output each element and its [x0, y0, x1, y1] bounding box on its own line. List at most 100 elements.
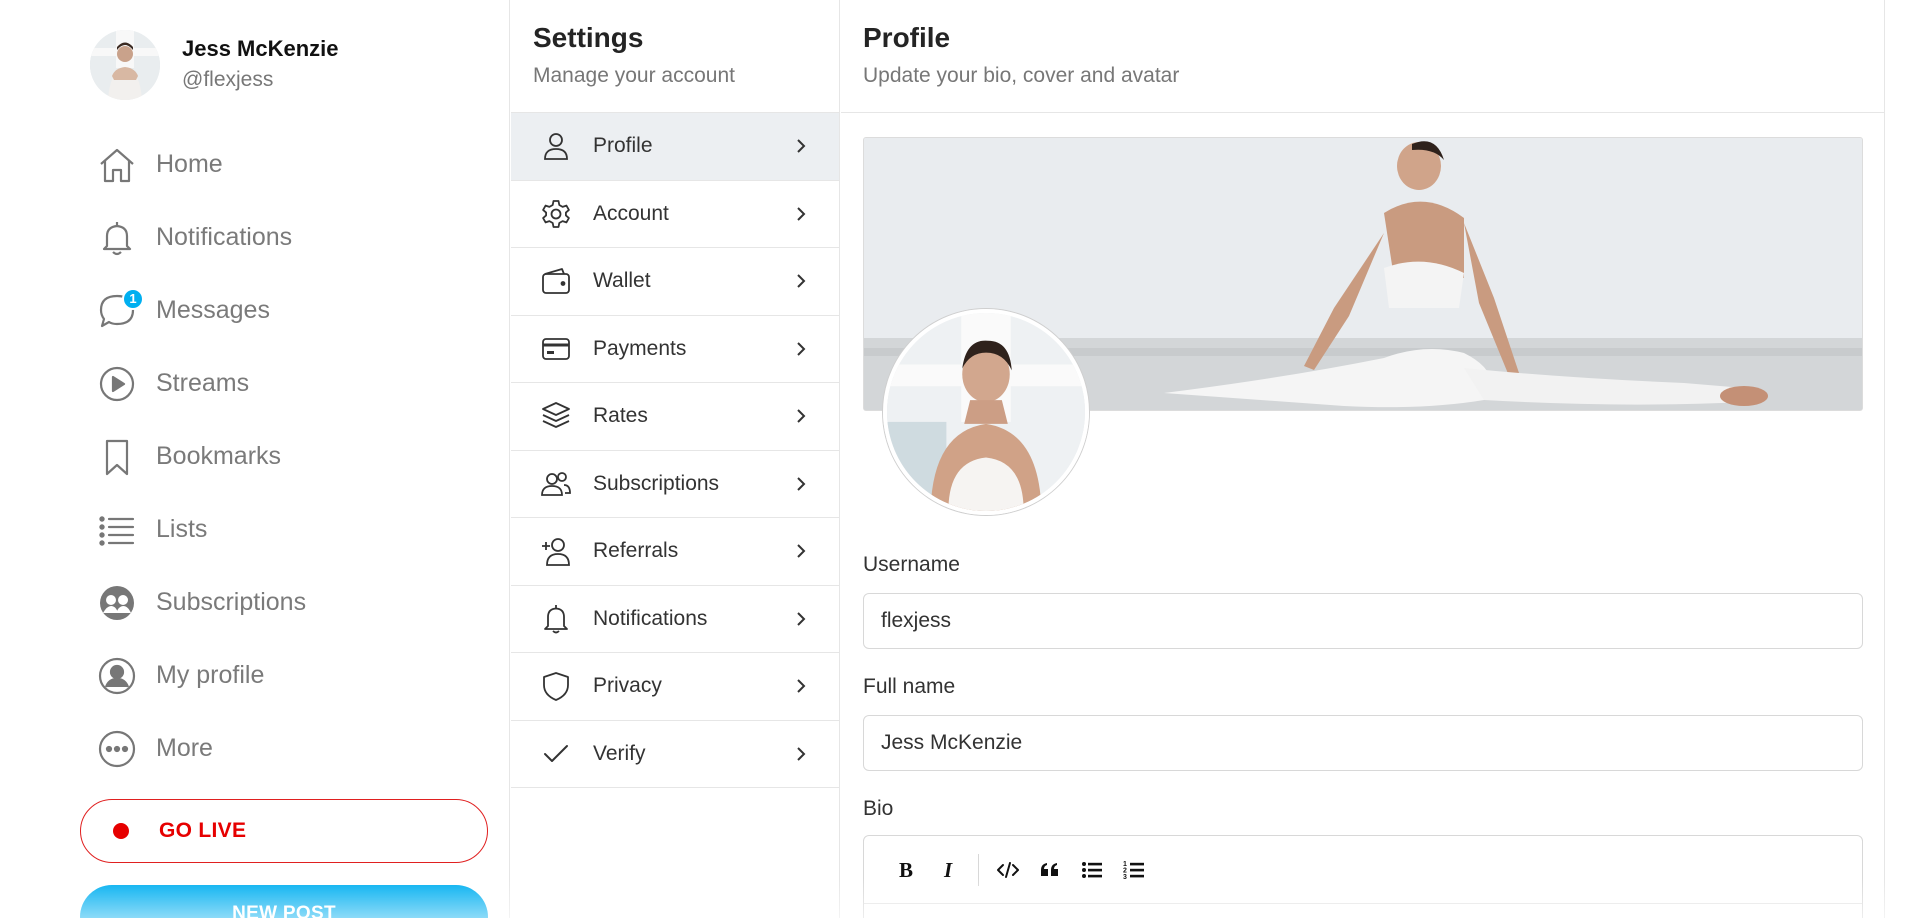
settings-menu: Settings Manage your account Profile Acc…: [511, 0, 840, 918]
numbered-list-icon[interactable]: 123: [1113, 850, 1155, 890]
chevron-right-icon: [797, 612, 806, 626]
settings-item-verify[interactable]: Verify: [511, 721, 839, 788]
profile-panel: Profile Update your bio, cover and avata…: [841, 0, 1885, 918]
settings-item-payments[interactable]: Payments: [511, 316, 839, 383]
messages-badge: 1: [122, 287, 144, 310]
username-input[interactable]: [863, 593, 1863, 649]
nav-item-more[interactable]: More: [96, 712, 306, 785]
shield-icon: [539, 669, 573, 703]
settings-item-label: Rates: [593, 404, 648, 428]
new-post-button[interactable]: NEW POST: [80, 885, 488, 918]
nav-item-lists[interactable]: Lists: [96, 493, 306, 566]
nav-label: Home: [156, 150, 223, 178]
svg-text:3: 3: [1123, 874, 1127, 881]
chevron-right-icon: [797, 207, 806, 221]
checkmark-icon: [539, 737, 573, 771]
new-post-label: NEW POST: [232, 903, 336, 918]
quote-icon[interactable]: [1029, 850, 1071, 890]
user-handle: @flexjess: [182, 68, 274, 91]
chat-bubble-icon: 1: [96, 287, 144, 332]
settings-item-notifications[interactable]: Notifications: [511, 586, 839, 653]
page-title: Profile: [863, 22, 951, 53]
chevron-right-icon: [797, 274, 806, 288]
user-card[interactable]: Jess McKenzie @flexjess: [90, 30, 339, 100]
chevron-right-icon: [797, 342, 806, 356]
settings-item-privacy[interactable]: Privacy: [511, 653, 839, 721]
credit-card-icon: [539, 332, 573, 366]
chevron-right-icon: [797, 477, 806, 491]
italic-icon[interactable]: I: [928, 850, 970, 890]
fullname-input[interactable]: [863, 715, 1863, 771]
list-icon: [96, 509, 138, 551]
username-label: Username: [863, 553, 960, 576]
nav-item-my-profile[interactable]: My profile: [96, 639, 306, 712]
bell-icon: [96, 217, 138, 259]
main-nav: Home Notifications 1 Messages Streams Bo…: [96, 128, 306, 785]
settings-item-profile[interactable]: Profile: [511, 113, 839, 181]
settings-item-label: Payments: [593, 336, 687, 360]
fullname-label: Full name: [863, 675, 956, 698]
nav-item-messages[interactable]: 1 Messages: [96, 274, 306, 347]
nav-label: Bookmarks: [156, 442, 282, 470]
profile-header: Profile Update your bio, cover and avata…: [841, 0, 1884, 113]
settings-item-label: Referrals: [593, 539, 679, 563]
go-live-label: GO LIVE: [159, 819, 247, 842]
bio-toolbar: B I 123: [864, 836, 1862, 904]
settings-subtitle: Manage your account: [533, 64, 735, 87]
chevron-right-icon: [797, 409, 806, 423]
users-circle-icon: [96, 582, 138, 624]
settings-item-label: Wallet: [593, 269, 651, 293]
nav-label: Lists: [156, 515, 208, 543]
nav-item-bookmarks[interactable]: Bookmarks: [96, 420, 306, 493]
nav-label: Messages: [156, 296, 270, 324]
settings-item-label: Account: [593, 201, 669, 225]
settings-item-account[interactable]: Account: [511, 181, 839, 248]
settings-item-subscriptions[interactable]: Subscriptions: [511, 451, 839, 518]
bold-icon[interactable]: B: [886, 850, 928, 890]
code-icon[interactable]: [987, 850, 1029, 890]
chevron-right-icon: [797, 544, 806, 558]
live-dot-icon: [113, 823, 129, 839]
bullet-list-icon[interactable]: [1071, 850, 1113, 890]
settings-item-wallet[interactable]: Wallet: [511, 248, 839, 316]
settings-header: Settings Manage your account: [511, 0, 839, 113]
play-circle-icon: [96, 363, 138, 405]
profile-avatar[interactable]: [883, 309, 1089, 515]
nav-label: More: [156, 734, 213, 762]
nav-item-notifications[interactable]: Notifications: [96, 201, 306, 274]
user-icon: [539, 129, 573, 163]
nav-label: Notifications: [156, 223, 293, 251]
go-live-button[interactable]: GO LIVE: [80, 799, 488, 863]
page-subtitle: Update your bio, cover and avatar: [863, 64, 1180, 87]
bookmark-icon: [96, 436, 138, 478]
svg-text:B: B: [899, 858, 913, 882]
chevron-right-icon: [797, 747, 806, 761]
settings-item-label: Subscriptions: [593, 471, 720, 495]
nav-item-streams[interactable]: Streams: [96, 347, 306, 420]
user-name: Jess McKenzie: [182, 36, 339, 61]
users-icon: [539, 467, 573, 501]
home-icon: [96, 144, 138, 186]
wallet-icon: [539, 264, 573, 298]
more-dots-icon: [96, 728, 138, 770]
bio-label: Bio: [863, 797, 894, 820]
nav-label: Subscriptions: [156, 588, 307, 616]
settings-item-label: Verify: [593, 741, 646, 765]
settings-item-label: Notifications: [593, 606, 708, 630]
user-circle-icon: [96, 655, 138, 697]
settings-item-label: Profile: [593, 134, 653, 158]
user-plus-icon: [539, 534, 573, 568]
toolbar-divider: [978, 853, 979, 886]
bio-editor[interactable]: B I 123: [863, 835, 1863, 918]
user-avatar[interactable]: [90, 30, 160, 100]
settings-item-rates[interactable]: Rates: [511, 383, 839, 451]
nav-item-home[interactable]: Home: [96, 128, 306, 201]
left-sidebar: Jess McKenzie @flexjess Home Notificatio…: [0, 0, 510, 918]
nav-label: My profile: [156, 661, 265, 689]
nav-item-subscriptions[interactable]: Subscriptions: [96, 566, 306, 639]
chevron-right-icon: [797, 679, 806, 693]
settings-title: Settings: [533, 22, 644, 53]
settings-item-referrals[interactable]: Referrals: [511, 518, 839, 586]
nav-label: Streams: [156, 369, 250, 397]
gear-icon: [539, 197, 573, 231]
